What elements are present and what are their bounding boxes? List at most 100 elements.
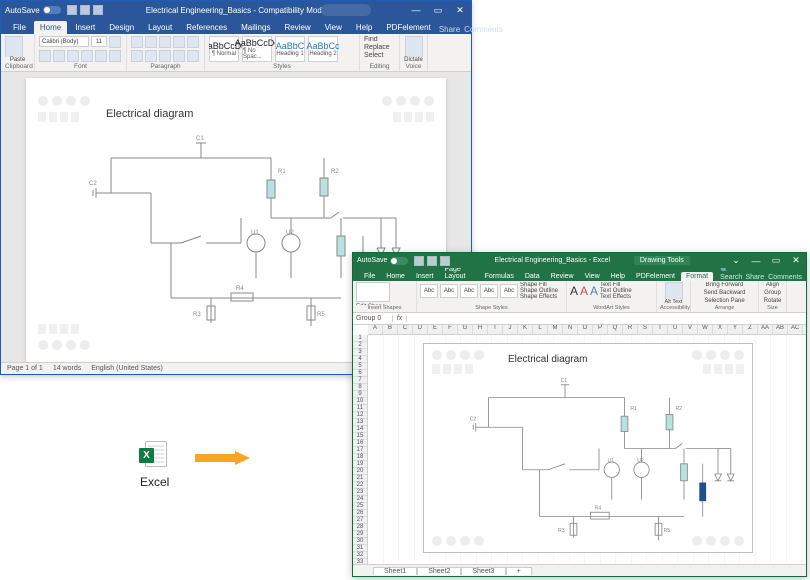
save-icon[interactable]	[67, 5, 77, 15]
col-AB[interactable]: AB	[773, 325, 788, 334]
col-X[interactable]: X	[713, 325, 728, 334]
save-icon[interactable]	[414, 256, 424, 266]
align-center-icon[interactable]	[145, 50, 157, 62]
tab-review[interactable]: Review	[278, 21, 316, 34]
row-23[interactable]: 23	[353, 489, 367, 496]
paste-icon[interactable]	[5, 36, 23, 57]
underline-icon[interactable]	[67, 50, 79, 62]
tab-file[interactable]: File	[359, 272, 380, 281]
tab-home[interactable]: Home	[34, 21, 67, 34]
send-backward-button[interactable]: Send Backward	[703, 290, 745, 296]
strike-icon[interactable]	[81, 50, 93, 62]
tab-references[interactable]: References	[180, 21, 233, 34]
col-A[interactable]: A	[368, 325, 383, 334]
row-19[interactable]: 19	[353, 461, 367, 468]
find-button[interactable]: Find	[364, 36, 378, 43]
autosave-toggle[interactable]: AutoSave	[5, 6, 61, 15]
tab-insert[interactable]: Insert	[411, 272, 439, 281]
new-sheet-button[interactable]: +	[506, 567, 532, 575]
comments-button[interactable]: Comments	[464, 25, 503, 34]
wordart-1[interactable]: A	[570, 284, 578, 298]
minimize-icon[interactable]: —	[405, 1, 427, 19]
shape-style-2[interactable]: Abc	[440, 284, 458, 298]
bring-forward-button[interactable]: Bring Forward	[706, 282, 744, 288]
row-30[interactable]: 30	[353, 538, 367, 545]
status-page[interactable]: Page 1 of 1	[7, 365, 43, 372]
row-7[interactable]: 7	[353, 377, 367, 384]
col-J[interactable]: J	[503, 325, 518, 334]
multilevel-icon[interactable]	[159, 36, 171, 48]
row-21[interactable]: 21	[353, 475, 367, 482]
align-right-icon[interactable]	[159, 50, 171, 62]
shape-style-5[interactable]: Abc	[500, 284, 518, 298]
col-K[interactable]: K	[518, 325, 533, 334]
numbering-icon[interactable]	[145, 36, 157, 48]
row-25[interactable]: 25	[353, 503, 367, 510]
col-E[interactable]: E	[428, 325, 443, 334]
tab-home[interactable]: Home	[381, 272, 410, 281]
row-10[interactable]: 10	[353, 398, 367, 405]
align-button[interactable]: Align	[766, 282, 779, 288]
tab-file[interactable]: File	[7, 21, 32, 34]
excel-grid[interactable]: ABCDEFGHIJKLMNOPQRSTUVWXYZAAABAC 1234567…	[353, 325, 806, 564]
toggle-icon[interactable]	[390, 257, 408, 265]
cells-area[interactable]: Electrical diagram C1 C2 R1 U1	[368, 335, 806, 564]
tab-formulas[interactable]: Formulas	[480, 272, 519, 281]
row-4[interactable]: 4	[353, 356, 367, 363]
italic-icon[interactable]	[53, 50, 65, 62]
col-M[interactable]: M	[548, 325, 563, 334]
line-spacing-icon[interactable]	[187, 50, 199, 62]
redo-icon[interactable]	[93, 5, 103, 15]
tab-help[interactable]: Help	[350, 21, 378, 34]
close-icon[interactable]: ✕	[449, 1, 471, 19]
row-16[interactable]: 16	[353, 440, 367, 447]
tab-pdfelement[interactable]: PDFelement	[631, 272, 680, 281]
status-lang[interactable]: English (United States)	[91, 365, 163, 372]
tab-design[interactable]: Design	[103, 21, 140, 34]
row-31[interactable]: 31	[353, 545, 367, 552]
rotate-button[interactable]: Rotate	[764, 298, 782, 304]
col-Y[interactable]: Y	[728, 325, 743, 334]
ribbon-options-icon[interactable]: ⌄	[726, 253, 746, 268]
col-S[interactable]: S	[638, 325, 653, 334]
col-V[interactable]: V	[683, 325, 698, 334]
status-words[interactable]: 14 words	[53, 365, 81, 372]
row-11[interactable]: 11	[353, 405, 367, 412]
shape-style-4[interactable]: Abc	[480, 284, 498, 298]
group-button[interactable]: Group	[764, 290, 781, 296]
style-heading1[interactable]: AaBbCHeading 1	[275, 36, 305, 62]
col-T[interactable]: T	[653, 325, 668, 334]
bold-icon[interactable]	[39, 50, 51, 62]
search-label[interactable]: Search	[720, 274, 742, 281]
replace-button[interactable]: Replace	[364, 44, 390, 51]
styles-gallery[interactable]: AaBbCcDd¶ Normal AaBbCcDd¶ No Spac... Aa…	[209, 36, 355, 63]
row-5[interactable]: 5	[353, 363, 367, 370]
comments-button[interactable]: Comments	[768, 274, 802, 281]
col-Q[interactable]: Q	[608, 325, 623, 334]
sheet-tab-2[interactable]: Sheet2	[417, 567, 461, 575]
row-8[interactable]: 8	[353, 384, 367, 391]
search-box[interactable]	[321, 4, 371, 16]
grow-font-icon[interactable]	[109, 36, 121, 48]
row-28[interactable]: 28	[353, 524, 367, 531]
shape-style-1[interactable]: Abc	[420, 284, 438, 298]
col-W[interactable]: W	[698, 325, 713, 334]
toggle-icon[interactable]	[43, 6, 61, 14]
selection-pane-button[interactable]: Selection Pane	[704, 298, 744, 304]
bullets-icon[interactable]	[131, 36, 143, 48]
row-18[interactable]: 18	[353, 454, 367, 461]
row-22[interactable]: 22	[353, 482, 367, 489]
row-17[interactable]: 17	[353, 447, 367, 454]
style-heading2[interactable]: AaBbCcHeading 2	[308, 36, 338, 62]
row-2[interactable]: 2	[353, 342, 367, 349]
row-12[interactable]: 12	[353, 412, 367, 419]
minimize-icon[interactable]: —	[746, 253, 766, 268]
shape-style-3[interactable]: Abc	[460, 284, 478, 298]
tab-help[interactable]: Help	[606, 272, 630, 281]
share-button[interactable]: Share	[439, 25, 460, 34]
col-P[interactable]: P	[593, 325, 608, 334]
tab-mailings[interactable]: Mailings	[235, 21, 276, 34]
col-R[interactable]: R	[623, 325, 638, 334]
row-9[interactable]: 9	[353, 391, 367, 398]
wordart-3[interactable]: A	[590, 284, 598, 298]
